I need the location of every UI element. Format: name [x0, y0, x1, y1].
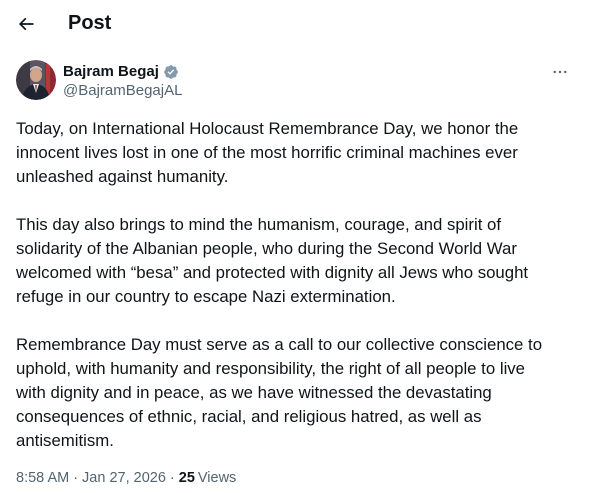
- verified-badge-icon: [164, 65, 178, 79]
- post-time-link[interactable]: 8:58 AM: [16, 469, 69, 487]
- post-author: Bajram Begaj @BajramBegajAL: [16, 60, 577, 104]
- views-label: Views: [197, 470, 237, 486]
- meta-separator: ·: [169, 470, 175, 486]
- post-paragraph: Remembrance Day must serve as a call to …: [16, 335, 543, 450]
- post-paragraph: Today, on International Holocaust Rememb…: [16, 119, 519, 186]
- page-title: Post: [68, 12, 112, 34]
- post-paragraph: This day also brings to mind the humanis…: [16, 215, 529, 306]
- back-button[interactable]: [8, 6, 44, 42]
- author-handle[interactable]: @BajramBegajAL: [63, 82, 182, 100]
- top-bar: Post: [0, 0, 593, 48]
- post-date-link[interactable]: Jan 27, 2026: [82, 469, 166, 487]
- more-horizontal-icon: [553, 70, 567, 74]
- views-count: 25: [178, 470, 195, 486]
- arrow-left-icon: [18, 17, 34, 31]
- author-name-link[interactable]: Bajram Begaj: [63, 63, 179, 81]
- meta-separator: ·: [73, 470, 79, 486]
- author-display-name: Bajram Begaj: [63, 63, 159, 80]
- post-meta: 8:58 AM · Jan 27, 2026 · 25 Views: [16, 469, 236, 487]
- more-options-button[interactable]: [543, 60, 577, 84]
- avatar[interactable]: [16, 60, 56, 100]
- post-text: Today, on International Holocaust Rememb…: [16, 117, 577, 453]
